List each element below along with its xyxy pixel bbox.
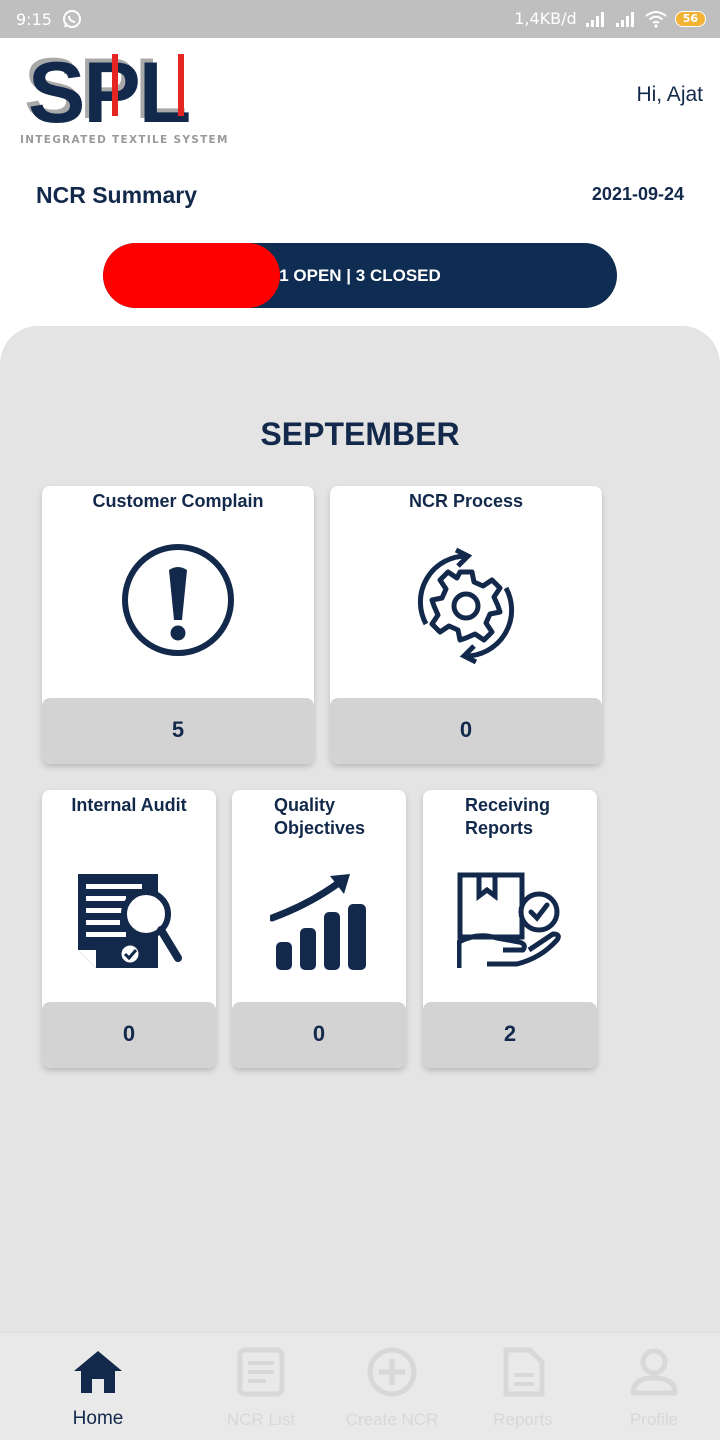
wifi-icon <box>645 10 667 28</box>
nav-reports-label: Reports <box>493 1410 553 1429</box>
user-greeting: Hi, Ajat <box>636 83 703 106</box>
signal-icon <box>585 11 604 27</box>
whatsapp-icon <box>62 10 81 28</box>
card-title: Internal Audit <box>71 795 187 815</box>
status-bar-right: 1,4KB/d 56 <box>514 9 706 28</box>
nav-create-ncr[interactable]: Create NCR <box>327 1333 457 1440</box>
ncr-status-label: 1 OPEN | 3 CLOSED <box>279 266 441 285</box>
card-count: 0 <box>232 1002 406 1068</box>
user-icon <box>630 1348 678 1396</box>
card-ncr-process[interactable]: NCR Process 0 <box>330 486 602 764</box>
list-document-icon <box>237 1347 285 1397</box>
audit-document-icon <box>78 874 182 968</box>
card-internal-audit[interactable]: Internal Audit 0 <box>42 790 216 1068</box>
status-bar: 9:15 1,4KB/d 56 <box>0 0 720 38</box>
ncr-status-progress: 1 OPEN | 3 CLOSED <box>103 243 617 308</box>
card-title: Quality Objectives <box>232 794 406 840</box>
report-file-icon <box>503 1347 545 1397</box>
card-title-line2: Reports <box>465 818 534 838</box>
ncr-summary-title: NCR Summary <box>36 182 198 208</box>
nav-ncr-list[interactable]: NCR List <box>196 1333 326 1440</box>
exclamation-circle-icon <box>122 544 234 656</box>
card-count: 2 <box>423 1002 597 1068</box>
growth-chart-icon <box>270 874 366 970</box>
card-count: 0 <box>42 1002 216 1068</box>
network-speed: 1,4KB/d <box>514 9 577 28</box>
plus-circle-icon <box>367 1347 417 1397</box>
status-bar-left: 9:15 <box>16 9 82 29</box>
card-count: 5 <box>42 698 314 764</box>
nav-profile[interactable]: Profile <box>589 1333 719 1440</box>
signal-icon-2 <box>615 11 634 27</box>
card-quality-objectives[interactable]: Quality Objectives 0 <box>232 790 406 1068</box>
card-title-line2: Objectives <box>274 818 366 838</box>
month-title: SEPTEMBER <box>260 416 460 452</box>
battery-badge: 56 <box>674 10 706 27</box>
bottom-navigation: Home NCR List Create NCR Reports Profile <box>0 1332 720 1440</box>
nav-home-label: Home <box>72 1408 124 1429</box>
card-receiving-reports[interactable]: Receiving Reports 2 <box>423 790 597 1068</box>
logo-tagline: INTEGRATED TEXTILE SYSTEM <box>20 134 229 146</box>
card-title-line1: Receiving <box>465 795 551 815</box>
summary-date: 2021-09-24 <box>591 184 684 204</box>
gear-cycle-icon <box>417 547 515 665</box>
card-title-line1: Quality <box>274 795 336 815</box>
nav-create-ncr-label: Create NCR <box>345 1410 439 1429</box>
card-title: Customer Complain <box>92 491 264 511</box>
nav-home[interactable]: Home <box>33 1333 163 1440</box>
card-count: 0 <box>330 698 602 764</box>
nav-ncr-list-label: NCR List <box>226 1410 295 1429</box>
nav-profile-label: Profile <box>629 1410 679 1429</box>
package-received-icon <box>457 872 561 968</box>
card-title: NCR Process <box>408 491 524 511</box>
spl-logo: SPL SPL INTEGRATED TEXTILE SYSTEM <box>20 41 230 146</box>
card-customer-complain[interactable]: Customer Complain 5 <box>42 486 314 764</box>
logo-text: SPL <box>28 46 189 141</box>
nav-reports[interactable]: Reports <box>458 1333 588 1440</box>
home-icon <box>74 1351 122 1393</box>
status-time: 9:15 <box>16 9 52 29</box>
card-title: Receiving Reports <box>423 794 597 840</box>
